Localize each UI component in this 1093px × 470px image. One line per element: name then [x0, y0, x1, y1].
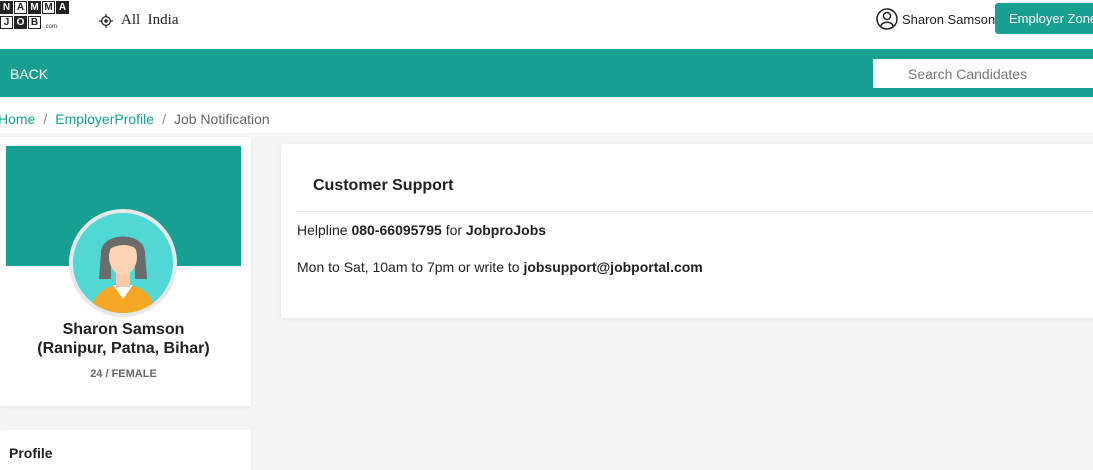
employer-zone-button[interactable]: Employer Zone — [995, 3, 1093, 34]
logo-letter: O — [14, 16, 27, 29]
logo-letter: J — [0, 16, 13, 29]
location-target-icon — [99, 13, 113, 28]
breadcrumb-home[interactable]: Home — [0, 111, 35, 127]
female-avatar-icon — [73, 213, 173, 313]
logo-suffix: .com — [44, 24, 58, 30]
user-icon — [876, 8, 898, 30]
helpline-prefix: Helpline — [297, 222, 348, 238]
helpline-text: Helpline 080-66095795 for JobproJobs — [297, 222, 546, 238]
back-button[interactable]: BACK — [10, 66, 48, 82]
profile-name: Sharon Samson (Ranipur, Patna, Bihar) — [0, 320, 247, 358]
breadcrumb-separator: / — [162, 111, 166, 127]
profile-section-title: Profile — [9, 445, 53, 461]
search-candidates-input[interactable] — [873, 59, 1093, 88]
logo-letter: M — [42, 1, 55, 14]
logo-letter: M — [28, 1, 41, 14]
logo[interactable]: N A M M A J O B .com — [0, 0, 70, 30]
helpline-number: 080-66095795 — [351, 222, 442, 238]
user-name: Sharon Samson — [902, 11, 996, 27]
user-menu[interactable]: Sharon Samson — [876, 8, 995, 30]
nav-bar: BACK — [0, 49, 1093, 97]
divider — [297, 211, 1093, 212]
location-selector[interactable]: All India — [99, 12, 179, 29]
logo-letter: B — [28, 16, 41, 29]
profile-name-text: Sharon Samson — [62, 321, 185, 338]
customer-support-card: Customer Support Helpline 080-66095795 f… — [281, 144, 1093, 318]
helpline-mid: for — [445, 222, 463, 238]
breadcrumb: Home / EmployerProfile / Job Notificatio… — [0, 111, 270, 127]
profile-card: Sharon Samson (Ranipur, Patna, Bihar) 24… — [0, 137, 251, 406]
hours-text: Mon to Sat, 10am to 7pm or write to jobs… — [297, 259, 703, 275]
support-title: Customer Support — [313, 177, 454, 194]
breadcrumb-employer-profile[interactable]: EmployerProfile — [55, 111, 154, 127]
breadcrumb-current: Job Notification — [173, 111, 270, 127]
location-label: All India — [121, 12, 179, 28]
helpline-brand: JobproJobs — [465, 222, 547, 238]
hours-label: Mon to Sat, 10am to 7pm or write to — [297, 259, 520, 275]
profile-location: (Ranipur, Patna, Bihar) — [37, 340, 210, 357]
breadcrumb-bar: Home / EmployerProfile / Job Notificatio… — [0, 97, 1093, 133]
support-email[interactable]: jobsupport@jobportal.com — [523, 259, 702, 275]
profile-section-card: Profile — [0, 430, 251, 470]
logo-letter: A — [14, 1, 27, 14]
top-header: N A M M A J O B .com All India Sharon Sa… — [0, 0, 1093, 49]
logo-letter: A — [56, 1, 69, 14]
avatar — [69, 209, 177, 317]
logo-letter: N — [0, 1, 13, 14]
breadcrumb-separator: / — [43, 111, 48, 127]
profile-meta: 24 / FEMALE — [90, 368, 157, 380]
